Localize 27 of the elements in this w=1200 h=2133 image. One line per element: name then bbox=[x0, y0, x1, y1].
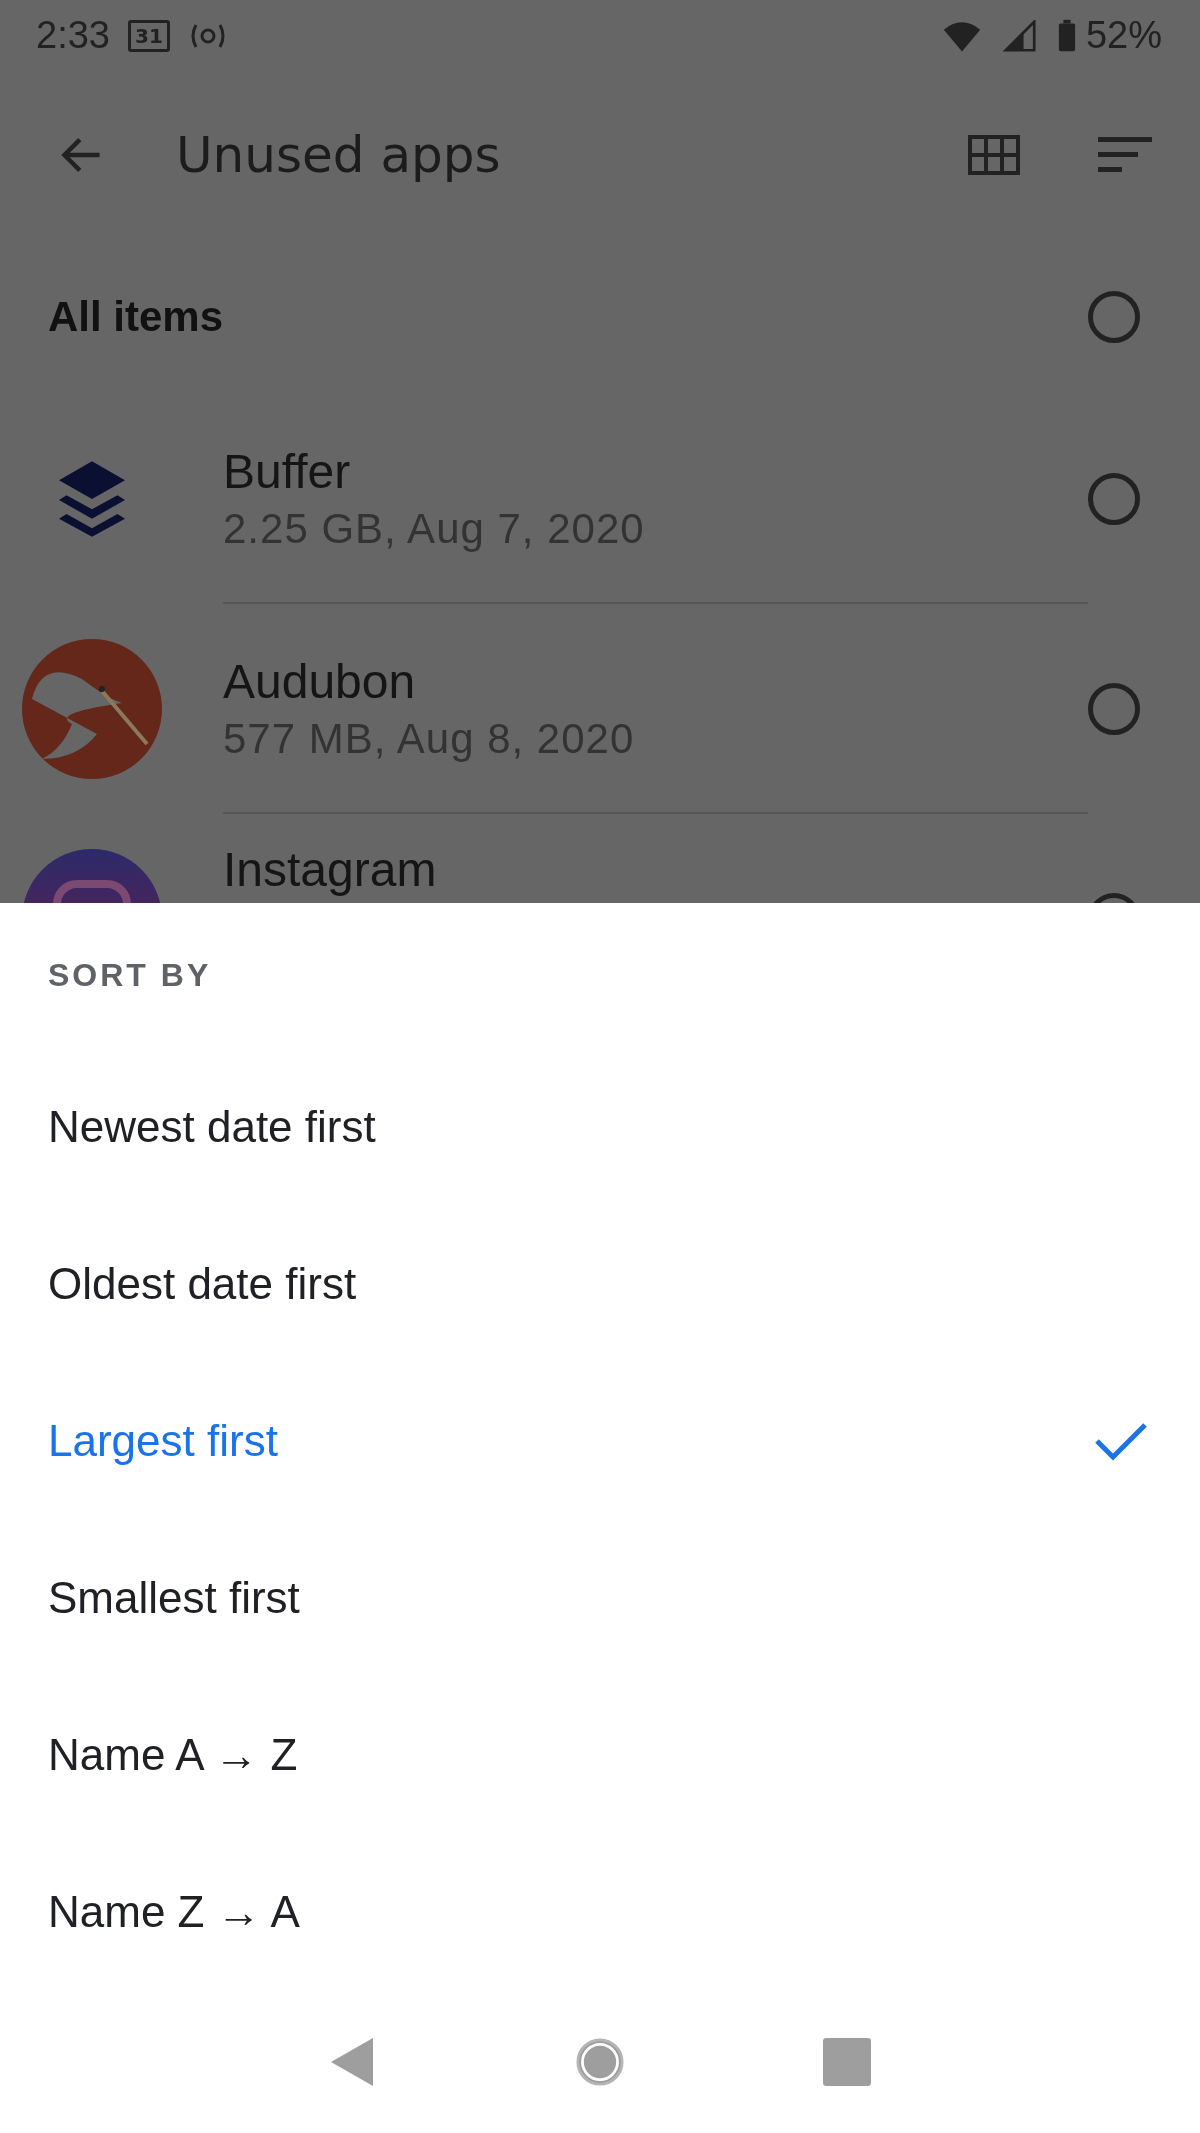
home-nav-icon[interactable] bbox=[576, 2037, 624, 2086]
all-items-label: All items bbox=[48, 292, 224, 341]
app-name: Instagram bbox=[223, 842, 438, 897]
screen-title: Unused apps bbox=[176, 126, 501, 184]
calendar-icon: 31 bbox=[127, 19, 170, 52]
status-time: 2:33 bbox=[36, 14, 110, 57]
sort-option[interactable]: Name Z → A bbox=[0, 1833, 1200, 1990]
sheet-title: SORT BY bbox=[48, 957, 212, 994]
recents-nav-icon[interactable] bbox=[822, 2037, 871, 2086]
app-name: Buffer bbox=[223, 443, 352, 499]
grid-view-icon[interactable] bbox=[968, 135, 1020, 175]
app-name: Audubon bbox=[223, 653, 417, 709]
battery-percent: 52% bbox=[1085, 14, 1162, 57]
bird-logo-icon bbox=[21, 639, 162, 779]
sort-option[interactable]: Name A → Z bbox=[0, 1676, 1200, 1833]
check-icon bbox=[1094, 1420, 1148, 1461]
wifi-icon bbox=[941, 19, 982, 52]
layers-icon bbox=[58, 461, 125, 537]
select-all-radio[interactable] bbox=[1088, 290, 1140, 343]
sort-icon[interactable] bbox=[1098, 137, 1152, 173]
app-select-radio[interactable] bbox=[1088, 683, 1140, 735]
sort-option[interactable]: Largest first bbox=[0, 1362, 1200, 1519]
sort-option[interactable]: Oldest date first bbox=[0, 1205, 1200, 1362]
app-select-radio[interactable] bbox=[1088, 473, 1140, 525]
sort-option[interactable]: Newest date first bbox=[0, 1048, 1200, 1205]
sort-option[interactable]: Smallest first bbox=[0, 1519, 1200, 1676]
battery-icon bbox=[1057, 18, 1076, 53]
